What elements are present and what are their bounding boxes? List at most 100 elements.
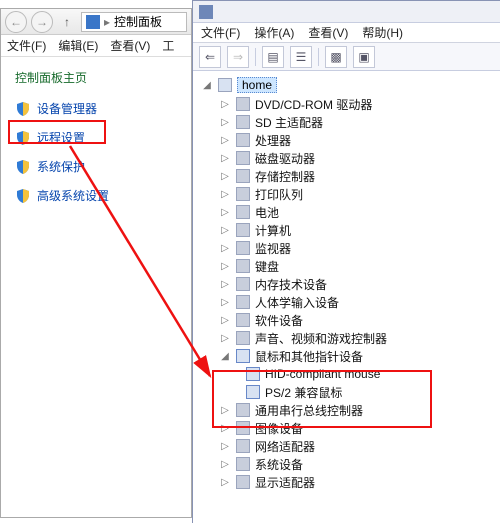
cp-body: 控制面板主页 设备管理器 远程设置 系统保护 高级系统设置 <box>1 57 191 204</box>
dm-toolbar: ⇐ ⇒ ▤ ☰ ▩ ▣ <box>193 43 500 71</box>
node-sd[interactable]: ▷SD 主适配器 <box>201 113 500 131</box>
expand-icon[interactable]: ▷ <box>219 207 231 218</box>
control-panel-icon <box>86 15 100 29</box>
computer-icon <box>217 77 233 93</box>
node-computer[interactable]: ▷计算机 <box>201 221 500 239</box>
node-storage[interactable]: ▷存储控制器 <box>201 167 500 185</box>
expand-icon[interactable]: ▷ <box>219 261 231 272</box>
menu-tools[interactable]: 工 <box>162 37 174 54</box>
node-mouse[interactable]: ◢鼠标和其他指针设备 <box>201 347 500 365</box>
node-mouse-ps2[interactable]: PS/2 兼容鼠标 <box>201 383 500 401</box>
node-system[interactable]: ▷系统设备 <box>201 455 500 473</box>
disk-icon <box>235 150 251 166</box>
image-icon <box>235 420 251 436</box>
expand-icon[interactable]: ▷ <box>219 441 231 452</box>
dm-title-bar <box>193 1 500 23</box>
display-icon <box>235 474 251 490</box>
shield-icon <box>15 188 31 204</box>
menu-file[interactable]: 文件(F) <box>201 24 240 41</box>
expand-icon[interactable]: ▷ <box>219 135 231 146</box>
menu-view[interactable]: 查看(V) <box>308 24 348 41</box>
menu-edit[interactable]: 编辑(E) <box>58 37 98 54</box>
tool-help[interactable]: ▩ <box>325 46 347 68</box>
battery-icon <box>235 204 251 220</box>
link-advanced-settings[interactable]: 高级系统设置 <box>15 187 191 204</box>
expand-icon[interactable]: ▷ <box>219 477 231 488</box>
node-memtech[interactable]: ▷内存技术设备 <box>201 275 500 293</box>
cp-nav-bar: ← → ↑ ▸ 控制面板 <box>1 9 191 35</box>
keyboard-icon <box>235 258 251 274</box>
collapse-icon[interactable]: ◢ <box>201 80 213 91</box>
node-keyboard[interactable]: ▷键盘 <box>201 257 500 275</box>
link-system-protection[interactable]: 系统保护 <box>15 158 191 175</box>
mouse-icon <box>245 384 261 400</box>
usb-icon <box>235 402 251 418</box>
expand-icon[interactable]: ▷ <box>219 153 231 164</box>
address-bar[interactable]: ▸ 控制面板 <box>81 12 187 32</box>
collapse-icon[interactable]: ◢ <box>219 351 231 362</box>
control-panel-window: ← → ↑ ▸ 控制面板 文件(F) 编辑(E) 查看(V) 工 控制面板主页 … <box>0 8 192 518</box>
shield-icon <box>15 130 31 146</box>
node-software[interactable]: ▷软件设备 <box>201 311 500 329</box>
expand-icon[interactable]: ▷ <box>219 243 231 254</box>
node-monitor[interactable]: ▷监视器 <box>201 239 500 257</box>
tool-forward[interactable]: ⇒ <box>227 46 249 68</box>
tool-show-hide[interactable]: ▤ <box>262 46 284 68</box>
node-disk[interactable]: ▷磁盘驱动器 <box>201 149 500 167</box>
node-sound[interactable]: ▷声音、视频和游戏控制器 <box>201 329 500 347</box>
node-display[interactable]: ▷显示适配器 <box>201 473 500 491</box>
node-print[interactable]: ▷打印队列 <box>201 185 500 203</box>
tool-back[interactable]: ⇐ <box>199 46 221 68</box>
expand-icon[interactable]: ▷ <box>219 459 231 470</box>
node-mouse-hid[interactable]: HID-compliant mouse <box>201 365 500 383</box>
tool-scan[interactable]: ▣ <box>353 46 375 68</box>
menu-action[interactable]: 操作(A) <box>254 24 294 41</box>
dm-menu-bar: 文件(F) 操作(A) 查看(V) 帮助(H) <box>193 23 500 43</box>
link-remote-settings[interactable]: 远程设置 <box>15 129 191 146</box>
expand-icon[interactable]: ▷ <box>219 225 231 236</box>
up-button[interactable]: ↑ <box>57 12 77 32</box>
sd-icon <box>235 114 251 130</box>
node-cpu[interactable]: ▷处理器 <box>201 131 500 149</box>
mouse-icon <box>235 348 251 364</box>
node-hid[interactable]: ▷人体学输入设备 <box>201 293 500 311</box>
expand-icon[interactable]: ▷ <box>219 297 231 308</box>
network-icon <box>235 438 251 454</box>
cp-link-list: 设备管理器 远程设置 系统保护 高级系统设置 <box>15 100 191 204</box>
printer-icon <box>235 186 251 202</box>
expand-icon[interactable]: ▷ <box>219 99 231 110</box>
expand-icon[interactable]: ▷ <box>219 279 231 290</box>
tree-root[interactable]: ◢ home <box>201 77 500 93</box>
expand-icon[interactable]: ▷ <box>219 171 231 182</box>
node-battery[interactable]: ▷电池 <box>201 203 500 221</box>
node-image[interactable]: ▷图像设备 <box>201 419 500 437</box>
memory-icon <box>235 276 251 292</box>
link-device-manager[interactable]: 设备管理器 <box>15 100 191 117</box>
menu-help[interactable]: 帮助(H) <box>362 24 403 41</box>
address-text: 控制面板 <box>114 13 162 30</box>
expand-icon[interactable]: ▷ <box>219 333 231 344</box>
disc-icon <box>235 96 251 112</box>
menu-file[interactable]: 文件(F) <box>7 37 46 54</box>
back-button[interactable]: ← <box>5 11 27 33</box>
system-icon <box>235 456 251 472</box>
link-label: 系统保护 <box>37 158 85 175</box>
expand-icon[interactable]: ▷ <box>219 405 231 416</box>
expand-icon[interactable]: ▷ <box>219 315 231 326</box>
mouse-icon <box>245 366 261 382</box>
menu-view[interactable]: 查看(V) <box>110 37 150 54</box>
tool-properties[interactable]: ☰ <box>290 46 312 68</box>
expand-icon[interactable]: ▷ <box>219 423 231 434</box>
forward-button[interactable]: → <box>31 11 53 33</box>
node-usb[interactable]: ▷通用串行总线控制器 <box>201 401 500 419</box>
expand-icon[interactable]: ▷ <box>219 117 231 128</box>
computer-icon <box>235 222 251 238</box>
monitor-icon <box>235 240 251 256</box>
expand-icon[interactable]: ▷ <box>219 189 231 200</box>
cp-menu-bar: 文件(F) 编辑(E) 查看(V) 工 <box>1 35 191 57</box>
node-network[interactable]: ▷网络适配器 <box>201 437 500 455</box>
sound-icon <box>235 330 251 346</box>
device-tree: ◢ home ▷DVD/CD-ROM 驱动器 ▷SD 主适配器 ▷处理器 ▷磁盘… <box>193 71 500 521</box>
node-dvd[interactable]: ▷DVD/CD-ROM 驱动器 <box>201 95 500 113</box>
cp-home-link[interactable]: 控制面板主页 <box>15 69 191 86</box>
